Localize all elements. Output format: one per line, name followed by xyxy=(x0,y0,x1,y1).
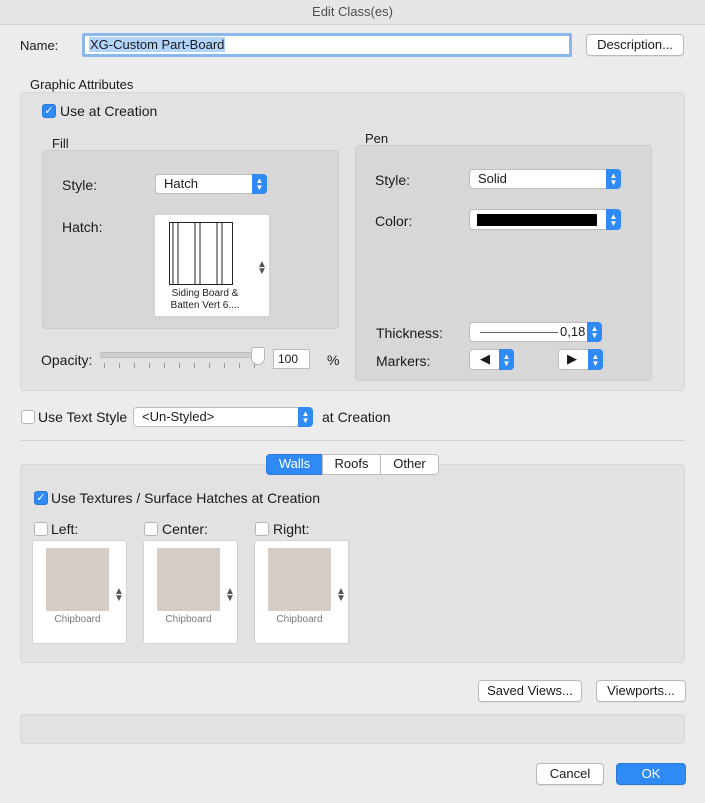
chevron-updown-icon[interactable]: ▲ ▼ xyxy=(225,587,235,604)
tab-roofs[interactable]: Roofs xyxy=(322,454,381,475)
center-texture-selector[interactable]: ▲ ▼ Chipboard xyxy=(143,540,238,644)
viewports-button[interactable]: Viewports... xyxy=(596,680,686,702)
chevron-updown-icon: ▲ ▼ xyxy=(499,349,514,370)
use-text-style-checkbox[interactable] xyxy=(21,410,35,424)
slider-tick xyxy=(179,363,180,368)
opacity-label: Opacity: xyxy=(41,352,93,368)
thickness-line-icon xyxy=(480,332,558,333)
fill-style-select[interactable]: Hatch ▲ ▼ xyxy=(155,174,267,194)
message-area xyxy=(20,714,685,744)
slider-tick xyxy=(149,363,150,368)
pen-label: Pen xyxy=(365,131,389,146)
name-input[interactable]: XG-Custom Part-Board xyxy=(82,33,572,57)
hatch-selector[interactable]: ▲ ▼ Siding Board & Batten Vert 6.... xyxy=(154,214,270,317)
saved-views-button[interactable]: Saved Views... xyxy=(478,680,582,702)
chevron-updown-icon: ▲ ▼ xyxy=(298,407,313,427)
slider-tick xyxy=(104,363,105,368)
hatch-preview-icon xyxy=(169,222,233,285)
fill-label: Fill xyxy=(52,136,69,151)
use-text-style-label: Use Text Style xyxy=(38,409,128,425)
slider-tick xyxy=(209,363,210,368)
slider-tick xyxy=(239,363,240,368)
chevron-updown-icon: ▲ ▼ xyxy=(606,209,621,230)
slider-tick xyxy=(134,363,135,368)
arrow-right-icon: ▶ xyxy=(567,351,577,366)
center-texture-caption: Chipboard xyxy=(165,614,212,625)
pen-color-select[interactable]: ▲ ▼ xyxy=(469,209,621,230)
slider-tick xyxy=(119,363,120,368)
divider xyxy=(20,440,685,441)
center-texture-label: Center: xyxy=(162,521,208,537)
opacity-slider-thumb[interactable] xyxy=(251,347,265,365)
pen-style-value: Solid xyxy=(478,171,507,186)
right-texture-checkbox[interactable] xyxy=(255,522,269,536)
texture-swatch xyxy=(268,548,331,611)
opacity-unit: % xyxy=(327,352,340,368)
texture-swatch xyxy=(157,548,220,611)
thickness-label: Thickness: xyxy=(376,325,443,341)
pen-color-label: Color: xyxy=(375,213,413,229)
pen-style-label: Style: xyxy=(375,172,411,188)
pen-style-select[interactable]: Solid ▲ ▼ xyxy=(469,169,621,189)
fill-style-value: Hatch xyxy=(164,176,198,191)
left-texture-selector[interactable]: ▲ ▼ Chipboard xyxy=(32,540,127,644)
thickness-value: 0,18 xyxy=(560,324,586,339)
right-texture-label: Right: xyxy=(273,521,310,537)
chevron-updown-icon: ▲ ▼ xyxy=(252,174,267,194)
window-title: Edit Class(es) xyxy=(0,0,705,25)
opacity-slider-ticks xyxy=(104,363,255,368)
opacity-slider-track[interactable] xyxy=(100,352,262,358)
arrow-left-icon: ◀ xyxy=(480,351,490,366)
slider-tick xyxy=(194,363,195,368)
graphic-attributes-label: Graphic Attributes xyxy=(30,77,134,92)
text-style-value: <Un-Styled> xyxy=(142,409,215,424)
text-style-select[interactable]: <Un-Styled> ▲ ▼ xyxy=(133,407,313,427)
fill-style-label: Style: xyxy=(62,177,98,193)
marker-end-select[interactable]: ▶ ▲ ▼ xyxy=(558,349,603,370)
left-texture-checkbox[interactable] xyxy=(34,522,48,536)
text-style-suffix: at Creation xyxy=(322,409,391,425)
use-at-creation-label: Use at Creation xyxy=(60,103,158,119)
markers-label: Markers: xyxy=(376,353,431,369)
right-texture-selector[interactable]: ▲ ▼ Chipboard xyxy=(254,540,349,644)
slider-tick xyxy=(164,363,165,368)
opacity-input[interactable]: 100 xyxy=(273,349,310,369)
chevron-updown-icon: ▲ ▼ xyxy=(587,322,602,342)
chevron-updown-icon: ▲ ▼ xyxy=(606,169,621,189)
hatch-caption-line1: Siding Board & xyxy=(171,288,239,299)
pen-color-swatch xyxy=(477,214,597,226)
name-input-value: XG-Custom Part-Board xyxy=(89,37,226,52)
chevron-updown-icon[interactable]: ▲ ▼ xyxy=(336,587,346,604)
tab-walls[interactable]: Walls xyxy=(266,454,323,475)
ok-button[interactable]: OK xyxy=(616,763,686,785)
name-label: Name: xyxy=(20,38,59,53)
hatch-label: Hatch: xyxy=(62,219,103,235)
tab-other[interactable]: Other xyxy=(380,454,439,475)
marker-start-select[interactable]: ◀ ▲ ▼ xyxy=(469,349,514,370)
center-texture-checkbox[interactable] xyxy=(144,522,158,536)
right-texture-caption: Chipboard xyxy=(276,614,323,625)
chevron-updown-icon[interactable]: ▲ ▼ xyxy=(257,260,267,277)
slider-tick xyxy=(224,363,225,368)
chevron-updown-icon[interactable]: ▲ ▼ xyxy=(114,587,124,604)
thickness-select[interactable]: 0,18 ▲ ▼ xyxy=(469,322,602,342)
left-texture-label: Left: xyxy=(51,521,79,537)
hatch-caption-line2: Batten Vert 6.... xyxy=(170,300,240,311)
use-textures-label: Use Textures / Surface Hatches at Creati… xyxy=(51,490,320,506)
use-at-creation-checkbox[interactable]: ✓ xyxy=(42,104,56,118)
cancel-button[interactable]: Cancel xyxy=(536,763,604,785)
left-texture-caption: Chipboard xyxy=(54,614,101,625)
chevron-updown-icon: ▲ ▼ xyxy=(588,349,603,370)
description-button[interactable]: Description... xyxy=(586,34,684,56)
use-textures-checkbox[interactable]: ✓ xyxy=(34,491,48,505)
texture-swatch xyxy=(46,548,109,611)
